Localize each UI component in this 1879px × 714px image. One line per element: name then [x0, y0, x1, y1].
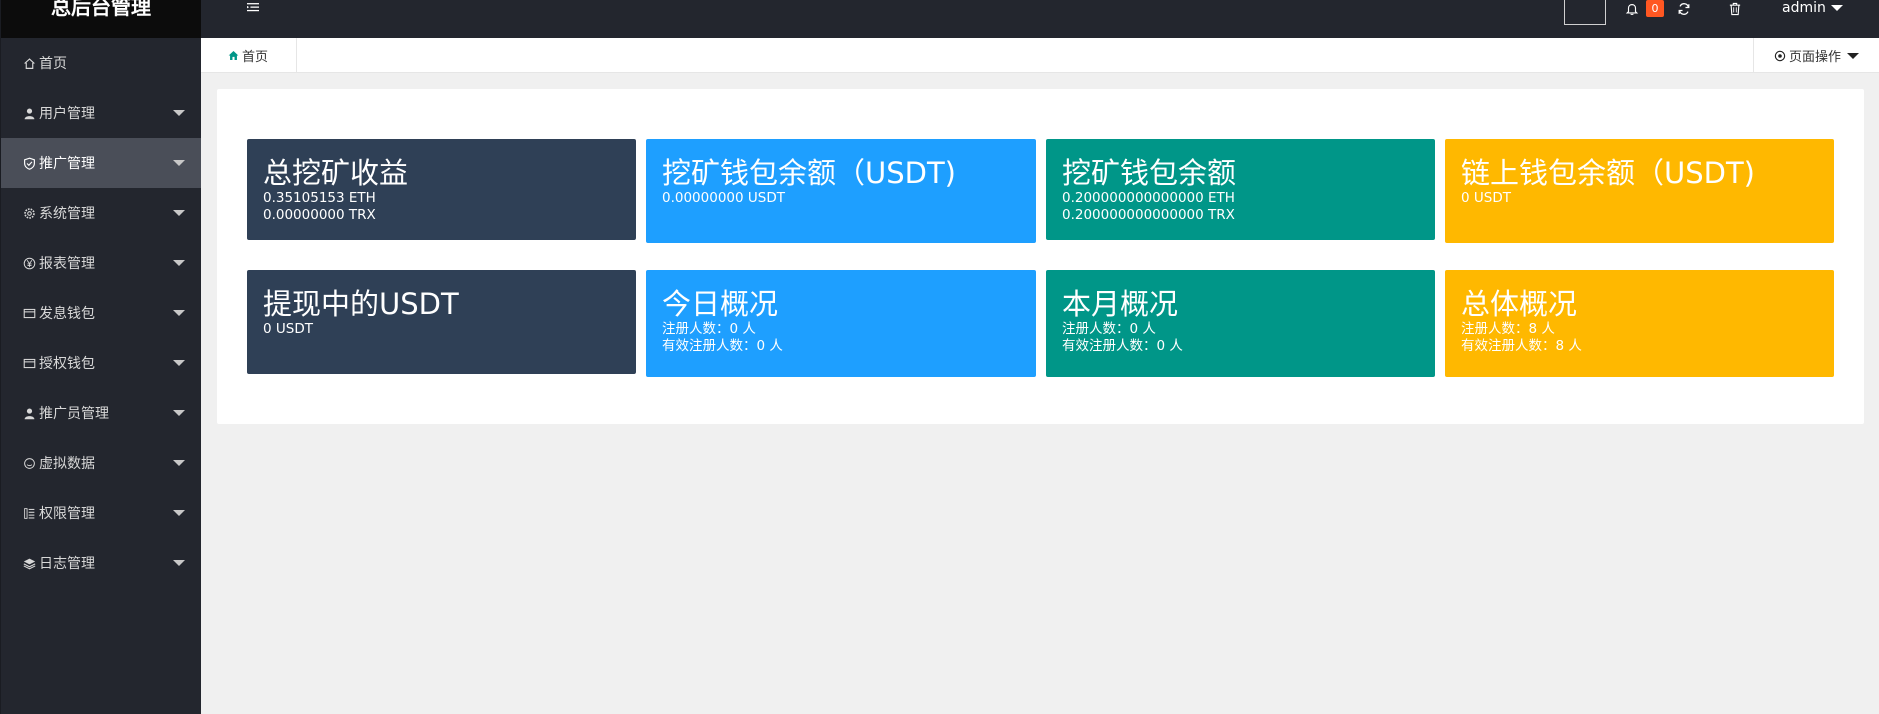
dashboard-panel: 总挖矿收益 0.35105153 ETH 0.00000000 TRX 挖矿钱包… — [217, 89, 1864, 424]
sidebar-item-label: 虚拟数据 — [39, 456, 95, 472]
card-month-overview: 本月概况 注册人数：0 人 有效注册人数：0 人 — [1046, 270, 1435, 377]
card-value: 注册人数：8 人 — [1461, 321, 1555, 337]
card-value: 有效注册人数：8 人 — [1461, 338, 1582, 354]
sidebar-item-label: 报表管理 — [39, 256, 95, 272]
sidebar-item-user-management[interactable]: 用户管理 — [1, 88, 201, 138]
gear-icon — [22, 206, 36, 220]
card-value: 0.200000000000000 ETH — [1062, 190, 1235, 206]
trash-icon[interactable] — [1729, 1, 1741, 16]
sidebar-item-label: 日志管理 — [39, 556, 95, 572]
sidebar-item-report-management[interactable]: 报表管理 — [1, 238, 201, 288]
wallet-icon — [22, 356, 36, 370]
card-mining-wallet-balance: 挖矿钱包余额 0.200000000000000 ETH 0.200000000… — [1046, 139, 1435, 240]
sidebar-item-label: 权限管理 — [39, 506, 95, 522]
sidebar-item-interest-wallet[interactable]: 发息钱包 — [1, 288, 201, 338]
chevron-down-icon — [173, 210, 185, 216]
card-value: 0.35105153 ETH — [263, 190, 376, 206]
sidebar-item-system-management[interactable]: 系统管理 — [1, 188, 201, 238]
card-value: 0.00000000 TRX — [263, 207, 376, 223]
user-icon — [22, 406, 36, 420]
card-value: 注册人数：0 人 — [662, 321, 756, 337]
sidebar-item-label: 用户管理 — [39, 106, 95, 122]
chevron-down-icon — [173, 160, 185, 166]
chevron-down-icon — [173, 310, 185, 316]
card-value: 注册人数：0 人 — [1062, 321, 1156, 337]
card-today-overview: 今日概况 注册人数：0 人 有效注册人数：0 人 — [646, 270, 1036, 377]
sidebar-item-permission-management[interactable]: 权限管理 — [1, 488, 201, 538]
page-operations-label: 页面操作 — [1789, 50, 1842, 65]
chevron-down-icon — [173, 560, 185, 566]
top-header: 0 admin — [201, 0, 1879, 38]
sidebar-item-label: 授权钱包 — [39, 356, 95, 372]
tab-bar: 首页 页面操作 — [201, 38, 1879, 73]
card-value: 有效注册人数：0 人 — [662, 338, 783, 354]
chevron-down-icon — [1830, 5, 1843, 11]
layers-icon — [22, 556, 36, 570]
chevron-down-icon — [173, 510, 185, 516]
card-value: 0 USDT — [1461, 190, 1511, 206]
username: admin — [1782, 0, 1826, 16]
card-value: 0.00000000 USDT — [662, 190, 785, 206]
chevron-down-icon — [173, 260, 185, 266]
card-mining-wallet-usdt: 挖矿钱包余额（USDT) 0.00000000 USDT — [646, 139, 1036, 243]
card-onchain-wallet-usdt: 链上钱包余额（USDT) 0 USDT — [1445, 139, 1834, 243]
refresh-icon[interactable] — [1677, 1, 1691, 15]
card-title: 今日概况 — [662, 287, 779, 321]
sidebar-item-promoter-management[interactable]: 推广员管理 — [1, 388, 201, 438]
fullscreen-button[interactable] — [1564, 0, 1606, 25]
chevron-down-icon — [173, 410, 185, 416]
sidebar-item-label: 首页 — [39, 56, 67, 72]
sidebar-item-virtual-data[interactable]: 虚拟数据 — [1, 438, 201, 488]
menu-toggle-icon[interactable] — [244, 0, 262, 16]
card-value: 0 USDT — [263, 321, 313, 337]
chevron-down-icon — [173, 460, 185, 466]
sidebar-item-home[interactable]: 首页 — [1, 38, 201, 88]
card-withdrawing-usdt: 提现中的USDT 0 USDT — [247, 270, 636, 374]
shield-icon — [22, 156, 36, 170]
tab-home[interactable]: 首页 — [201, 38, 297, 73]
sidebar-item-authorized-wallet[interactable]: 授权钱包 — [1, 338, 201, 388]
tab-label: 首页 — [242, 50, 269, 65]
chevron-down-icon — [173, 110, 185, 116]
card-total-overview: 总体概况 注册人数：8 人 有效注册人数：8 人 — [1445, 270, 1834, 377]
user-icon — [22, 106, 36, 120]
app-logo: 总后台管理 — [1, 0, 201, 38]
card-title: 链上钱包余额（USDT) — [1461, 156, 1755, 190]
chevron-down-icon — [1847, 52, 1860, 59]
wallet-icon — [22, 306, 36, 320]
sidebar-item-promotion-management[interactable]: 推广管理 — [1, 138, 201, 188]
user-menu[interactable]: admin — [1782, 0, 1843, 16]
card-title: 总挖矿收益 — [263, 156, 409, 190]
home-icon — [22, 56, 36, 70]
card-title: 本月概况 — [1062, 287, 1179, 321]
sidebar: 总后台管理 首页 用户管理 推广管理 系统管理 报表管理 发息钱包 授权钱包 推… — [0, 0, 201, 714]
sidebar-item-label: 系统管理 — [39, 206, 95, 222]
card-title: 提现中的USDT — [263, 287, 459, 321]
app-title: 总后台管理 — [51, 0, 151, 19]
home-icon — [228, 51, 239, 60]
yen-icon — [22, 256, 36, 270]
chevron-down-icon — [173, 360, 185, 366]
sidebar-item-label: 发息钱包 — [39, 306, 95, 322]
sidebar-item-log-management[interactable]: 日志管理 — [1, 538, 201, 588]
notification-badge: 0 — [1646, 0, 1664, 17]
key-list-icon — [22, 506, 36, 520]
card-total-mining-income: 总挖矿收益 0.35105153 ETH 0.00000000 TRX — [247, 139, 636, 240]
sidebar-item-label: 推广管理 — [39, 156, 95, 172]
card-value: 有效注册人数：0 人 — [1062, 338, 1183, 354]
target-icon — [1774, 50, 1786, 61]
page-operations-dropdown[interactable]: 页面操作 — [1753, 38, 1879, 73]
card-value: 0.200000000000000 TRX — [1062, 207, 1235, 223]
sidebar-item-label: 推广员管理 — [39, 406, 109, 422]
card-title: 挖矿钱包余额 — [1062, 156, 1237, 190]
card-title: 挖矿钱包余额（USDT) — [662, 156, 956, 190]
card-title: 总体概况 — [1461, 287, 1578, 321]
bell-icon[interactable] — [1625, 1, 1639, 15]
smile-icon — [22, 456, 36, 470]
